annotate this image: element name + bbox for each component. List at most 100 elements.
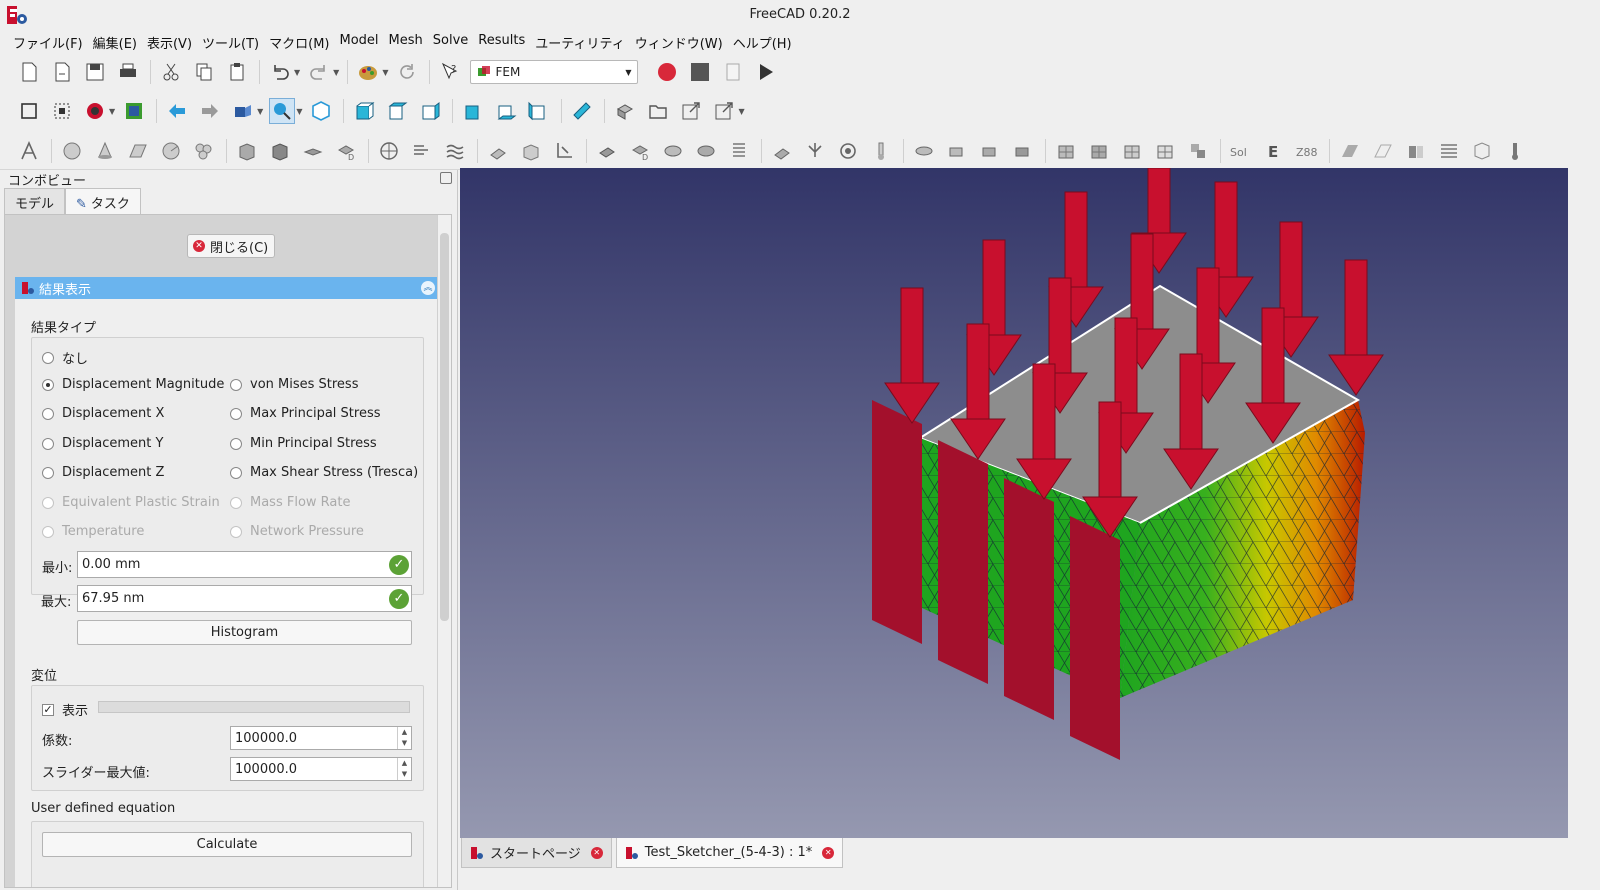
- workbench-palette-icon[interactable]: [355, 59, 381, 85]
- constraint-selfweight-icon[interactable]: [693, 138, 719, 164]
- constraint-pressure-icon[interactable]: D: [627, 138, 653, 164]
- fluid-section-icon[interactable]: [442, 138, 468, 164]
- menu-edit[interactable]: 編集(E): [88, 30, 142, 52]
- link-actions-icon[interactable]: [711, 98, 737, 124]
- shell-icon[interactable]: [158, 138, 184, 164]
- histogram-button[interactable]: Histogram: [77, 620, 412, 645]
- close-tab-icon[interactable]: ✕: [590, 846, 603, 859]
- constraint-force-icon[interactable]: [594, 138, 620, 164]
- palette-dropdown-icon[interactable]: ▼: [382, 68, 388, 77]
- undo-dropdown-icon[interactable]: ▼: [294, 68, 300, 77]
- mesh-region-icon[interactable]: [1119, 138, 1145, 164]
- copy-icon[interactable]: [191, 59, 217, 85]
- collapse-icon[interactable]: ︽: [421, 281, 435, 295]
- draw-style-dropdown-icon[interactable]: ▼: [109, 107, 115, 116]
- close-button[interactable]: ✕ 閉じる(C): [187, 234, 276, 258]
- radio-displacement-x[interactable]: Displacement X: [42, 406, 164, 421]
- macro-editor-icon[interactable]: [720, 59, 746, 85]
- bottom-view-icon[interactable]: [493, 98, 519, 124]
- fit-all-icon[interactable]: [16, 98, 42, 124]
- bounding-box-icon[interactable]: [121, 98, 147, 124]
- constraint-electrostatic-icon[interactable]: [1010, 138, 1036, 164]
- menu-utilities[interactable]: ユーティリティ: [530, 30, 629, 52]
- constraint-temperature-icon[interactable]: [769, 138, 795, 164]
- radio-max-principal-stress[interactable]: Max Principal Stress: [230, 406, 381, 421]
- redo-icon[interactable]: [306, 59, 332, 85]
- left-view-icon[interactable]: [526, 98, 552, 124]
- menu-help[interactable]: ヘルプ(H): [728, 30, 797, 52]
- result-plane-icon[interactable]: [1337, 138, 1363, 164]
- tab-task[interactable]: ✎ タスク: [65, 188, 141, 214]
- solver-z88-icon[interactable]: Z88: [1294, 138, 1320, 164]
- result-panel-header[interactable]: 結果表示 ︽: [15, 277, 439, 299]
- constraint-contact-icon[interactable]: [551, 138, 577, 164]
- rear-view-icon[interactable]: [460, 98, 486, 124]
- stop-macro-button[interactable]: [687, 59, 713, 85]
- factor-spinbox[interactable]: 100000.0 ▲ ▼: [230, 726, 412, 750]
- constraint-pipe-icon[interactable]: [977, 138, 1003, 164]
- constraint-displacement-icon[interactable]: [518, 138, 544, 164]
- measure-icon[interactable]: [569, 98, 595, 124]
- mesh-netgen-icon[interactable]: [1053, 138, 1079, 164]
- solver-label-icon[interactable]: Sol: [1228, 138, 1254, 164]
- menu-mesh[interactable]: Mesh: [384, 30, 428, 52]
- show-displacement-checkbox[interactable]: ✓ 表示: [42, 700, 88, 719]
- element-geometry-icon[interactable]: [376, 138, 402, 164]
- menu-results[interactable]: Results: [473, 30, 530, 52]
- surface-icon[interactable]: [125, 138, 151, 164]
- mesh-group-icon[interactable]: [1185, 138, 1211, 164]
- fluid-material-icon[interactable]: [267, 138, 293, 164]
- task-scrollbar[interactable]: [437, 215, 451, 887]
- part-icon[interactable]: [612, 98, 638, 124]
- constraint-fixed-icon[interactable]: [485, 138, 511, 164]
- std-views-icon[interactable]: [269, 98, 296, 124]
- solid-material-icon[interactable]: [234, 138, 260, 164]
- constraint-velocity-icon[interactable]: [944, 138, 970, 164]
- menu-tools[interactable]: ツール(T): [197, 30, 264, 52]
- save-icon[interactable]: [82, 59, 108, 85]
- mesh-boundary-layer-icon[interactable]: [1152, 138, 1178, 164]
- radio-displacement-y[interactable]: Displacement Y: [42, 436, 163, 451]
- text-tool-icon[interactable]: [16, 138, 42, 164]
- redo-dropdown-icon[interactable]: ▼: [333, 68, 339, 77]
- cone-icon[interactable]: [92, 138, 118, 164]
- beam-section-icon[interactable]: [409, 138, 435, 164]
- float-panel-icon[interactable]: [440, 172, 452, 184]
- run-macro-icon[interactable]: [753, 59, 779, 85]
- new-file-icon[interactable]: [16, 59, 42, 85]
- result-glyph-icon[interactable]: [1469, 138, 1495, 164]
- open-file-icon[interactable]: [49, 59, 75, 85]
- constraint-spring-icon[interactable]: [726, 138, 752, 164]
- constraint-initial-temp-icon[interactable]: [868, 138, 894, 164]
- spin-arrows-icon[interactable]: ▲ ▼: [397, 758, 411, 780]
- result-thermometer-icon[interactable]: [1502, 138, 1528, 164]
- max-value-field[interactable]: 67.95 nm ✓: [77, 585, 412, 612]
- print-icon[interactable]: [115, 59, 141, 85]
- result-cut-icon[interactable]: [1403, 138, 1429, 164]
- isometric-view-icon[interactable]: [308, 98, 334, 124]
- nonlinear-material-icon[interactable]: [300, 138, 326, 164]
- radio-max-shear-stress[interactable]: Max Shear Stress (Tresca): [230, 465, 418, 480]
- radio-none[interactable]: なし: [42, 348, 88, 367]
- radio-von-mises-stress[interactable]: von Mises Stress: [230, 377, 358, 392]
- paste-icon[interactable]: [224, 59, 250, 85]
- radio-displacement-magnitude[interactable]: Displacement Magnitude: [42, 377, 224, 392]
- refresh-icon[interactable]: [394, 59, 420, 85]
- scrollbar-thumb[interactable]: [440, 233, 449, 621]
- radio-displacement-z[interactable]: Displacement Z: [42, 465, 164, 480]
- back-arrow-icon[interactable]: [164, 98, 190, 124]
- fit-selection-icon[interactable]: [49, 98, 75, 124]
- result-scalar-icon[interactable]: [1436, 138, 1462, 164]
- calculate-button[interactable]: Calculate: [42, 832, 412, 857]
- workbench-select[interactable]: FEM ▼: [470, 60, 639, 84]
- link-icon[interactable]: [678, 98, 704, 124]
- menu-solve[interactable]: Solve: [428, 30, 474, 52]
- radio-min-principal-stress[interactable]: Min Principal Stress: [230, 436, 377, 451]
- menu-view[interactable]: 表示(V): [142, 30, 197, 52]
- undo-icon[interactable]: [267, 59, 293, 85]
- constraint-heatflux-icon[interactable]: [802, 138, 828, 164]
- sphere-icon[interactable]: [59, 138, 85, 164]
- spin-arrows-icon[interactable]: ▲ ▼: [397, 727, 411, 749]
- menu-file[interactable]: ファイル(F): [8, 30, 88, 52]
- reinforced-material-icon[interactable]: D: [333, 138, 359, 164]
